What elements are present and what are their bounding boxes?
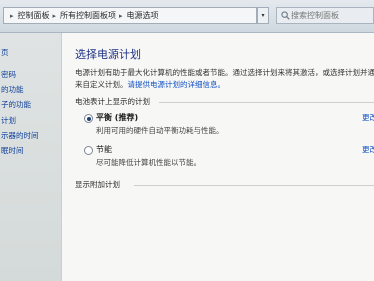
search-input[interactable] bbox=[277, 8, 363, 23]
sidebar-link-create-plan[interactable]: 计划 bbox=[1, 115, 16, 126]
plan-desc-power-saver: 尽可能降低计算机性能以节能。 bbox=[96, 158, 201, 167]
divider bbox=[159, 102, 374, 103]
radio-power-saver[interactable] bbox=[84, 146, 93, 155]
sidebar: 页 密码 的功能 子的功能 计划 示器的时间 眠时间 bbox=[0, 33, 62, 281]
address-dropdown-icon[interactable]: ▾ bbox=[257, 7, 269, 24]
sidebar-link-display-off[interactable]: 示器的时间 bbox=[1, 130, 39, 141]
radio-selected-dot bbox=[86, 116, 91, 121]
plan-name-power-saver[interactable]: 节能 bbox=[96, 144, 112, 155]
sidebar-link-sleep[interactable]: 眠时间 bbox=[1, 145, 24, 156]
plan-desc-balanced: 利用可用的硬件自动平衡功耗与性能。 bbox=[96, 126, 224, 135]
sidebar-link-password[interactable]: 密码 bbox=[1, 69, 16, 80]
description-line-1: 电源计划有助于最大化计算机的性能或者节能。通过选择计划来将其激活，或选择计划并通… bbox=[75, 68, 374, 77]
breadcrumb[interactable]: ▸ 控制面板 ▸ 所有控制面板项 ▸ 电源选项 bbox=[3, 7, 257, 24]
page-description: 电源计划有助于最大化计算机的性能或者节能。通过选择计划来将其激活，或选择计划并通… bbox=[75, 67, 374, 91]
search-box[interactable] bbox=[276, 7, 374, 24]
description-line-2: 来自定义计划。 bbox=[75, 80, 128, 89]
section-shown-plans: 电池表计上显示的计划 bbox=[75, 97, 150, 106]
section-additional-plans[interactable]: 显示附加计划 bbox=[75, 179, 120, 190]
page-title: 选择电源计划 bbox=[75, 48, 141, 61]
breadcrumb-all-items[interactable]: 所有控制面板项 bbox=[60, 8, 116, 23]
divider bbox=[134, 185, 374, 186]
plan-name-balanced[interactable]: 平衡 (推荐) bbox=[96, 112, 138, 123]
change-plan-power-saver-link[interactable]: 更改 bbox=[362, 144, 374, 155]
change-plan-balanced-link[interactable]: 更改 bbox=[362, 112, 374, 123]
sidebar-link-lid[interactable]: 子的功能 bbox=[1, 99, 31, 110]
plan-details-link[interactable]: 请提供电源计划的详细信息。 bbox=[128, 80, 226, 89]
breadcrumb-power-options[interactable]: 电源选项 bbox=[127, 8, 159, 23]
breadcrumb-control-panel[interactable]: 控制面板 bbox=[18, 8, 50, 23]
breadcrumb-root-chevron-icon[interactable]: ▸ bbox=[10, 9, 14, 23]
address-bar-area: ▸ 控制面板 ▸ 所有控制面板项 ▸ 电源选项 ▾ bbox=[0, 0, 374, 33]
sidebar-link-power-button[interactable]: 的功能 bbox=[1, 84, 24, 95]
radio-balanced[interactable] bbox=[84, 114, 93, 123]
breadcrumb-separator-icon[interactable]: ▸ bbox=[53, 9, 57, 23]
breadcrumb-separator-icon[interactable]: ▸ bbox=[119, 9, 123, 23]
main-content: 选择电源计划 电源计划有助于最大化计算机的性能或者节能。通过选择计划来将其激活，… bbox=[62, 33, 374, 281]
sidebar-link-home[interactable]: 页 bbox=[1, 47, 9, 58]
